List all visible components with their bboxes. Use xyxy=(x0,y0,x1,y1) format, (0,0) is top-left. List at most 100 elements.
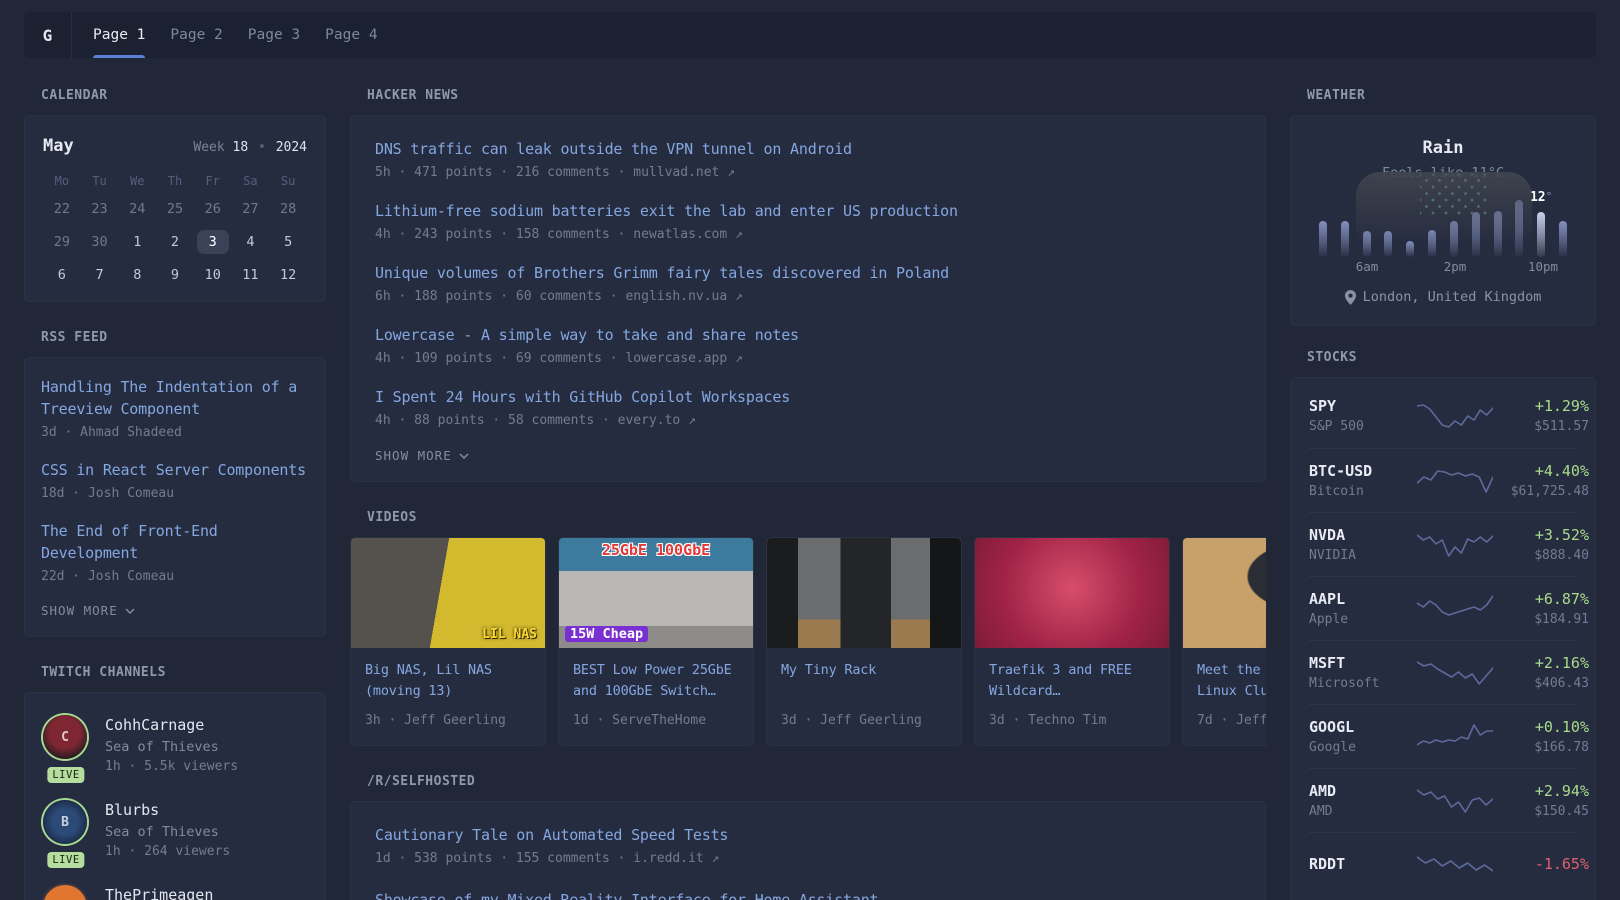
video-title[interactable]: Traefik 3 and FREE Wildcard… xyxy=(989,660,1155,702)
reddit-item-title[interactable]: Cautionary Tale on Automated Speed Tests xyxy=(375,824,1241,846)
hackernews-item-meta: 6h · 188 points · 60 comments · english.… xyxy=(375,287,1241,307)
videos-header: VIDEOS xyxy=(367,510,1266,525)
source-link[interactable]: english.nv.ua ↗ xyxy=(625,289,742,304)
stock-row[interactable]: SPY S&P 500 +1.29% $511.57 xyxy=(1309,384,1577,448)
calendar-day: 7 xyxy=(81,263,119,287)
hackernews-item-title[interactable]: Lithium-free sodium batteries exit the l… xyxy=(375,200,1241,222)
day-name: We xyxy=(118,174,156,191)
source-domain: newatlas.com xyxy=(633,227,727,242)
hackernews-show-more-button[interactable]: SHOW MORE xyxy=(375,448,469,463)
calendar-day-number: 5 xyxy=(272,230,304,254)
location-text: London, United Kingdom xyxy=(1363,289,1542,305)
dashboard-page: G Page 1Page 2Page 3Page 4 CALENDAR May … xyxy=(0,0,1620,900)
stock-row[interactable]: MSFT Microsoft +2.16% $406.43 xyxy=(1309,640,1577,704)
video-thumbnail[interactable] xyxy=(767,538,961,648)
hackernews-item-title[interactable]: I Spent 24 Hours with GitHub Copilot Wor… xyxy=(375,386,1241,408)
twitch-channel-name[interactable]: CohhCarnage xyxy=(105,715,238,735)
stocks-header: STOCKS xyxy=(1307,350,1596,365)
reddit-card: Cautionary Tale on Automated Speed Tests… xyxy=(350,801,1266,900)
calendar-day-number: 10 xyxy=(197,263,229,287)
dot-separator: • xyxy=(256,140,268,155)
rss-item-title[interactable]: The End of Front-End Development xyxy=(41,520,309,564)
hackernews-item-title[interactable]: Lowercase - A simple way to take and sha… xyxy=(375,324,1241,346)
rss-item-title[interactable]: CSS in React Server Components xyxy=(41,459,309,481)
meta-text: 4h · 109 points · 69 comments · xyxy=(375,351,618,366)
stock-row[interactable]: AAPL Apple +6.87% $184.91 xyxy=(1309,576,1577,640)
hackernews-item-title[interactable]: DNS traffic can leak outside the VPN tun… xyxy=(375,138,1241,160)
calendar-day: 28 xyxy=(269,197,307,221)
video-thumbnail[interactable]: LIL NAS xyxy=(351,538,545,648)
video-title[interactable]: My Tiny Rack xyxy=(781,660,947,681)
calendar-day: 6 xyxy=(43,263,81,287)
stock-row[interactable]: AMD AMD +2.94% $150.45 xyxy=(1309,768,1577,832)
source-link[interactable]: newatlas.com ↗ xyxy=(633,227,743,242)
calendar-year: 2024 xyxy=(276,140,307,155)
hackernews-item: DNS traffic can leak outside the VPN tun… xyxy=(375,138,1241,183)
calendar-day-number: 9 xyxy=(159,263,191,287)
source-link[interactable]: i.redd.it ↗ xyxy=(633,851,719,866)
twitch-channel[interactable]: ThePrimeagen xyxy=(43,885,307,900)
calendar-day: 29 xyxy=(43,230,81,254)
stock-price: $184.91 xyxy=(1493,610,1589,629)
calendar-day-number: 3 xyxy=(197,230,229,254)
source-link[interactable]: every.to ↗ xyxy=(618,413,696,428)
stock-row[interactable]: RDDT -1.65% xyxy=(1309,832,1577,896)
source-link[interactable]: mullvad.net ↗ xyxy=(633,165,735,180)
hackernews-item: Lithium-free sodium batteries exit the l… xyxy=(375,200,1241,245)
show-more-label: SHOW MORE xyxy=(41,603,118,618)
source-link[interactable]: lowercase.app ↗ xyxy=(625,351,742,366)
video-card[interactable]: Traefik 3 and FREE Wildcard… 3d · Techno… xyxy=(974,537,1170,746)
live-badge: LIVE xyxy=(47,767,84,783)
stock-price: $511.57 xyxy=(1493,417,1589,436)
twitch-channel[interactable]: B LIVE Blurbs Sea of Thieves 1h · 264 vi… xyxy=(43,800,307,861)
stock-row[interactable]: BTC-USD Bitcoin +4.40% $61,725.48 xyxy=(1309,448,1577,512)
video-card[interactable]: My Tiny Rack 3d · Jeff Geerling xyxy=(766,537,962,746)
stock-ticker: AAPL xyxy=(1309,589,1417,610)
rss-item-title[interactable]: Handling The Indentation of a Treeview C… xyxy=(41,376,309,420)
videos-row: LIL NAS Big NAS, Lil NAS (moving 13) 3h … xyxy=(350,537,1266,746)
video-card[interactable]: LIL NAS Big NAS, Lil NAS (moving 13) 3h … xyxy=(350,537,546,746)
external-link-icon: ↗ xyxy=(704,851,720,866)
video-title[interactable]: Big NAS, Lil NAS (moving 13) xyxy=(365,660,531,702)
nav-tab[interactable]: Page 4 xyxy=(325,12,377,58)
rss-show-more-button[interactable]: SHOW MORE xyxy=(41,603,135,618)
twitch-channel-name[interactable]: ThePrimeagen xyxy=(105,885,213,900)
right-column: WEATHER Rain Feels like 11°C xyxy=(1290,88,1596,900)
twitch-channel-name[interactable]: Blurbs xyxy=(105,800,230,820)
day-name: Mo xyxy=(43,174,81,191)
calendar-day: 30 xyxy=(81,230,119,254)
nav-tab[interactable]: Page 3 xyxy=(248,12,300,58)
hackernews-item: Unique volumes of Brothers Grimm fairy t… xyxy=(375,262,1241,307)
reddit-item-title[interactable]: Showcase of my Mixed Reality Interface f… xyxy=(375,889,1241,900)
stock-row[interactable]: GOOGL Google +0.10% $166.78 xyxy=(1309,704,1577,768)
rss-section: RSS FEED Handling The Indentation of a T… xyxy=(24,330,326,637)
source-domain: every.to xyxy=(618,413,681,428)
stock-row[interactable]: NVDA NVIDIA +3.52% $888.40 xyxy=(1309,512,1577,576)
video-thumbnail[interactable]: 25GbE 100GbE 15W Cheap xyxy=(559,538,753,648)
weather-header: WEATHER xyxy=(1307,88,1596,103)
video-thumbnail[interactable]: FA xyxy=(1183,538,1266,648)
video-card-body: My Tiny Rack 3d · Jeff Geerling xyxy=(767,648,961,745)
hackernews-section: HACKER NEWS DNS traffic can leak outside… xyxy=(350,88,1266,482)
nav-tab[interactable]: Page 2 xyxy=(170,12,222,58)
video-thumbnail[interactable] xyxy=(975,538,1169,648)
video-title[interactable]: BEST Low Power 25GbE and 100GbE Switch… xyxy=(573,660,739,702)
calendar-day: 8 xyxy=(118,263,156,287)
hackernews-item-title[interactable]: Unique volumes of Brothers Grimm fairy t… xyxy=(375,262,1241,284)
calendar-day-number: 22 xyxy=(46,197,78,221)
nav-tab[interactable]: Page 1 xyxy=(93,12,145,58)
twitch-channel[interactable]: C LIVE CohhCarnage Sea of Thieves 1h · 5… xyxy=(43,715,307,776)
rss-item-meta: 22d · Josh Comeau xyxy=(41,567,309,587)
sparkline-chart xyxy=(1417,657,1493,689)
rss-header: RSS FEED xyxy=(41,330,326,345)
video-title[interactable]: Meet the Linux Clu… xyxy=(1197,660,1266,702)
temperature-bar xyxy=(1319,221,1327,257)
video-card[interactable]: FA Meet the Linux Clu… 7d · Jeff… xyxy=(1182,537,1266,746)
rss-item-meta: 3d · Ahmad Shadeed xyxy=(41,423,309,443)
video-card[interactable]: 25GbE 100GbE 15W Cheap BEST Low Power 25… xyxy=(558,537,754,746)
hackernews-item-meta: 4h · 109 points · 69 comments · lowercas… xyxy=(375,349,1241,369)
videos-section: VIDEOS LIL NAS Big NAS, Lil NAS (moving … xyxy=(350,510,1266,746)
calendar-day-number: 23 xyxy=(84,197,116,221)
video-meta: 7d · Jeff… xyxy=(1197,711,1266,731)
video-meta: 1d · ServeTheHome xyxy=(573,711,739,731)
